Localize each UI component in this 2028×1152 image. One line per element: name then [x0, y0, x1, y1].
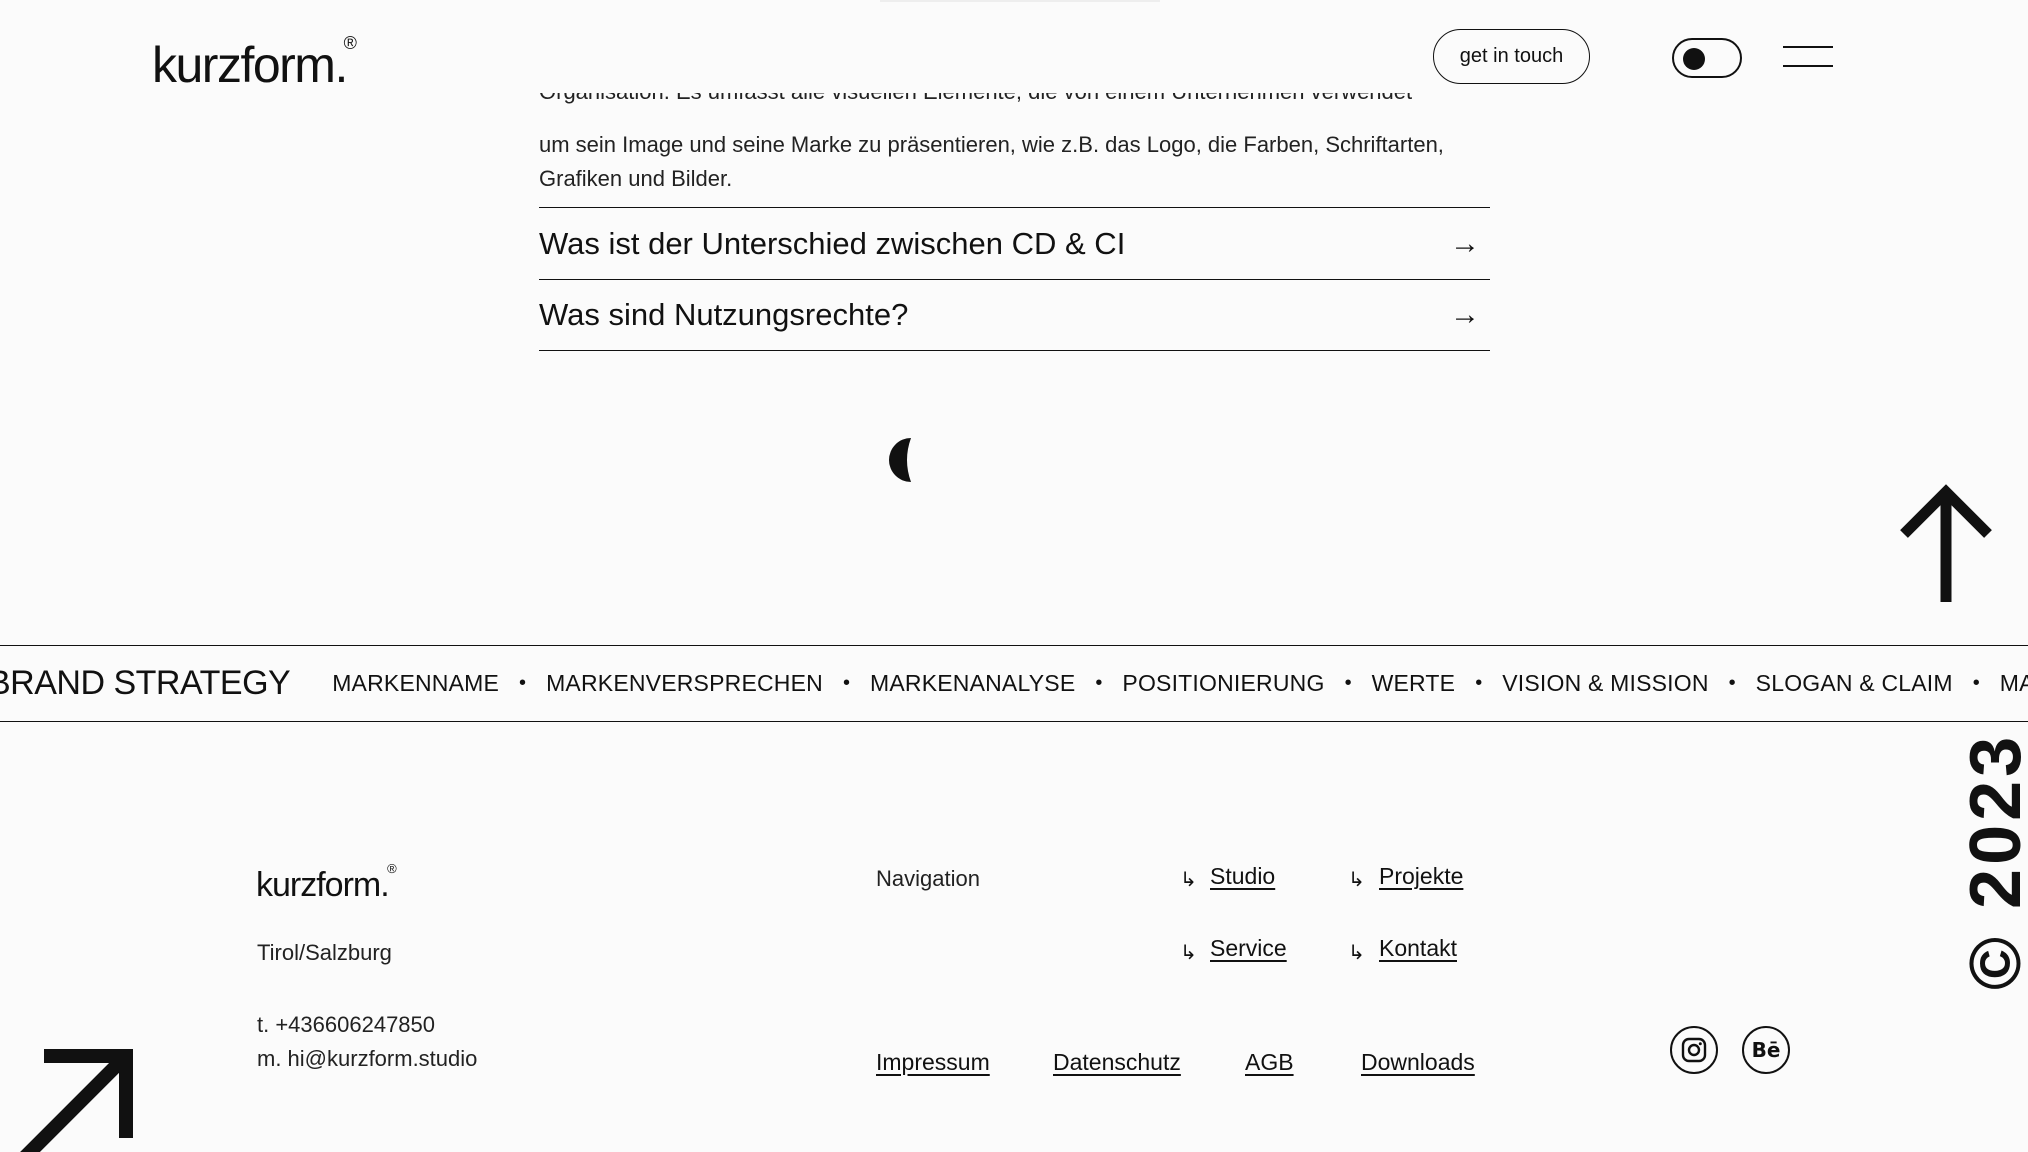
faq-answer-partial: Organisation. Es umfasst alle visuellen … — [539, 93, 1479, 113]
navigation-heading: Navigation — [876, 866, 980, 891]
registered-mark: ® — [387, 861, 397, 876]
email-link[interactable]: m. hi@kurzform.studio — [257, 1046, 477, 1072]
ticker-item: SLOGAN & CLAIM — [1755, 669, 1953, 696]
faq-question-label: Was ist der Unterschied zwischen CD & CI — [539, 225, 1126, 261]
copyright-text: © 2023 — [1956, 732, 2028, 990]
behance-icon[interactable]: Bē — [1742, 1026, 1790, 1074]
registered-mark: ® — [343, 33, 357, 53]
hamburger-menu-icon[interactable] — [1783, 46, 1833, 68]
footer-logo[interactable]: kurzform. ® — [256, 862, 397, 904]
footer-nav-service[interactable]: Service — [1210, 935, 1287, 962]
ticker-heading: BRAND STRATEGY — [0, 663, 291, 702]
ticker-item: POSITIONIERUNG — [1122, 669, 1325, 696]
half-moon-icon — [889, 438, 911, 482]
footer-nav-projekte[interactable]: Projekte — [1379, 863, 1463, 890]
ticker-separator: • — [1475, 671, 1483, 694]
instagram-glyph — [1681, 1037, 1707, 1063]
faq-question-nutzungsrechte[interactable]: Was sind Nutzungsrechte? → — [539, 279, 1490, 351]
ticker-separator: • — [519, 671, 527, 694]
ticker-item: MARKENVERSPRECHEN — [546, 669, 823, 696]
ticker-item: VISION & MISSION — [1502, 669, 1709, 696]
theme-toggle-icon[interactable] — [1672, 38, 1742, 78]
get-in-touch-button[interactable]: get in touch — [1433, 29, 1590, 84]
return-arrow-icon: ↳ — [1348, 942, 1365, 964]
scroll-to-top-arrow-icon[interactable] — [1898, 484, 1994, 604]
return-arrow-icon: ↳ — [1180, 942, 1197, 964]
ticker-separator: • — [1972, 671, 1980, 694]
faq-question-label: Was sind Nutzungsrechte? — [539, 297, 909, 332]
instagram-icon[interactable] — [1670, 1026, 1718, 1074]
diagonal-arrow-icon — [20, 1049, 133, 1152]
header-shadow-line — [880, 0, 1160, 2]
phone-link[interactable]: t. +436606247850 — [257, 1012, 435, 1038]
footer-nav-kontakt[interactable]: Kontakt — [1379, 935, 1457, 962]
toggle-knob — [1683, 48, 1705, 70]
ticker-separator: • — [1344, 671, 1352, 694]
ticker-item: WERTE — [1371, 669, 1456, 696]
ticker-item: MARKENANALYSE — [869, 669, 1076, 696]
ticker-item: MARKENNAME — [332, 669, 500, 696]
return-arrow-icon: ↳ — [1180, 869, 1197, 891]
ticker-item: MARKENWORKSHOP — [1999, 669, 2028, 696]
footer-link-datenschutz[interactable]: Datenschutz — [1053, 1049, 1181, 1076]
footer-link-impressum[interactable]: Impressum — [876, 1049, 990, 1076]
logo-text: kurzform. — [152, 37, 348, 93]
ticker-separator: • — [842, 671, 850, 694]
footer-link-agb[interactable]: AGB — [1245, 1049, 1294, 1076]
arrow-right-icon: → — [1450, 226, 1480, 260]
faq-answer-text: um sein Image und seine Marke zu präsent… — [539, 132, 1444, 191]
footer-link-downloads[interactable]: Downloads — [1361, 1049, 1475, 1076]
return-arrow-icon: ↳ — [1348, 869, 1365, 891]
logo-text: kurzform. — [256, 866, 390, 904]
arrow-right-icon: → — [1450, 298, 1480, 331]
faq-question-cd-ci[interactable]: Was ist der Unterschied zwischen CD & CI… — [539, 207, 1490, 279]
ticker-separator: • — [1728, 671, 1736, 694]
region-text: Tirol/Salzburg — [257, 940, 392, 965]
services-ticker: BRAND STRATEGY MARKENNAME • MARKENVERSPRE… — [0, 645, 2028, 722]
behance-label: Bē — [1751, 1038, 1781, 1062]
ticker-separator: • — [1095, 671, 1103, 694]
header-logo[interactable]: kurzform. ® — [152, 34, 357, 93]
footer-nav-studio[interactable]: Studio — [1210, 863, 1275, 890]
